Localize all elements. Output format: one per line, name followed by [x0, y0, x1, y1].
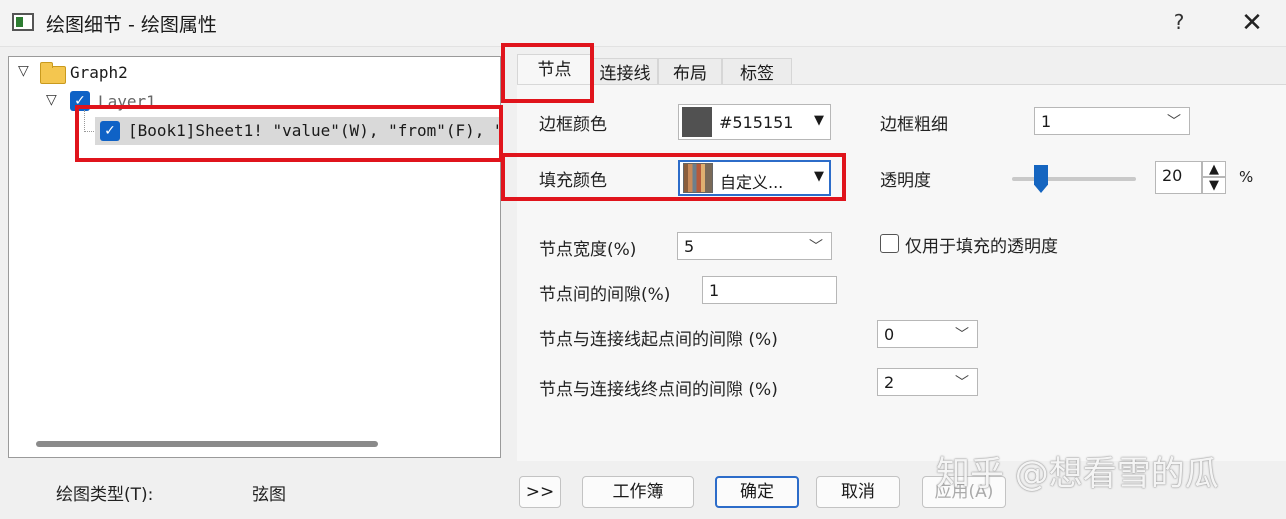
- highlight-box-plot: [75, 105, 503, 162]
- chevron-down-icon: ﹀: [1167, 114, 1181, 130]
- end-gap-label: 节点与连接线终点间的间隙 (%): [539, 380, 778, 400]
- border-width-label: 边框粗细: [880, 115, 948, 135]
- end-gap-select[interactable]: 2 ﹀: [877, 368, 978, 396]
- color-swatch: [682, 107, 712, 137]
- plot-type-label: 绘图类型(T):: [56, 485, 154, 505]
- highlight-box-tab: [501, 43, 594, 103]
- percent-unit: %: [1239, 168, 1254, 186]
- transparency-slider[interactable]: [1012, 177, 1136, 181]
- border-color-label: 边框颜色: [539, 115, 607, 135]
- fill-only-transparency-checkbox[interactable]: [880, 234, 899, 253]
- transparency-input[interactable]: 20: [1155, 161, 1202, 194]
- node-width-label: 节点宽度(%): [539, 240, 637, 260]
- chevron-down-icon: ﹀: [809, 239, 823, 255]
- cancel-button[interactable]: 取消: [816, 476, 900, 508]
- border-color-value: #515151: [719, 113, 794, 132]
- node-settings-panel: [517, 84, 1286, 461]
- app-icon: [12, 13, 34, 31]
- close-button[interactable]: ✕: [1238, 8, 1266, 38]
- end-gap-value: 2: [884, 373, 895, 392]
- chevron-down-icon: ﹀: [955, 327, 969, 343]
- fill-only-transparency-label: 仅用于填充的透明度: [905, 237, 1058, 257]
- highlight-box-fill: [501, 153, 846, 201]
- help-button[interactable]: ?: [1166, 10, 1192, 36]
- transparency-value: 20: [1162, 166, 1183, 185]
- node-gap-input[interactable]: 1: [702, 276, 837, 304]
- plot-type-value: 弦图: [252, 485, 286, 505]
- border-color-select[interactable]: #515151 ▼: [678, 104, 831, 140]
- ok-button[interactable]: 确定: [715, 476, 799, 508]
- start-gap-select[interactable]: 0 ﹀: [877, 320, 978, 348]
- node-gap-value: 1: [709, 281, 720, 300]
- workbook-button[interactable]: 工作簿: [582, 476, 694, 508]
- chevron-down-icon: ﹀: [955, 375, 969, 391]
- folder-icon: [40, 62, 66, 84]
- start-gap-label: 节点与连接线起点间的间隙 (%): [539, 330, 778, 350]
- border-width-value: 1: [1041, 112, 1052, 131]
- tree-item-graph[interactable]: Graph2: [70, 63, 128, 82]
- watermark: 知乎 @想看雪的瓜: [936, 454, 1219, 494]
- chevron-down-icon[interactable]: ▽: [18, 63, 29, 79]
- horizontal-scrollbar[interactable]: [36, 441, 378, 447]
- start-gap-value: 0: [884, 325, 895, 344]
- spin-down-button[interactable]: ▼: [1202, 177, 1226, 194]
- node-width-select[interactable]: 5 ﹀: [677, 232, 832, 260]
- dropdown-arrow-icon: ▼: [814, 113, 824, 128]
- expand-button[interactable]: >>: [519, 476, 561, 508]
- chevron-down-icon[interactable]: ▽: [46, 92, 57, 108]
- node-width-value: 5: [684, 237, 695, 256]
- border-width-select[interactable]: 1 ﹀: [1034, 107, 1190, 135]
- window-title: 绘图细节 - 绘图属性: [46, 14, 217, 36]
- node-gap-label: 节点间的间隙(%): [539, 285, 671, 305]
- transparency-label: 透明度: [880, 171, 931, 191]
- spin-up-button[interactable]: ▲: [1202, 161, 1226, 177]
